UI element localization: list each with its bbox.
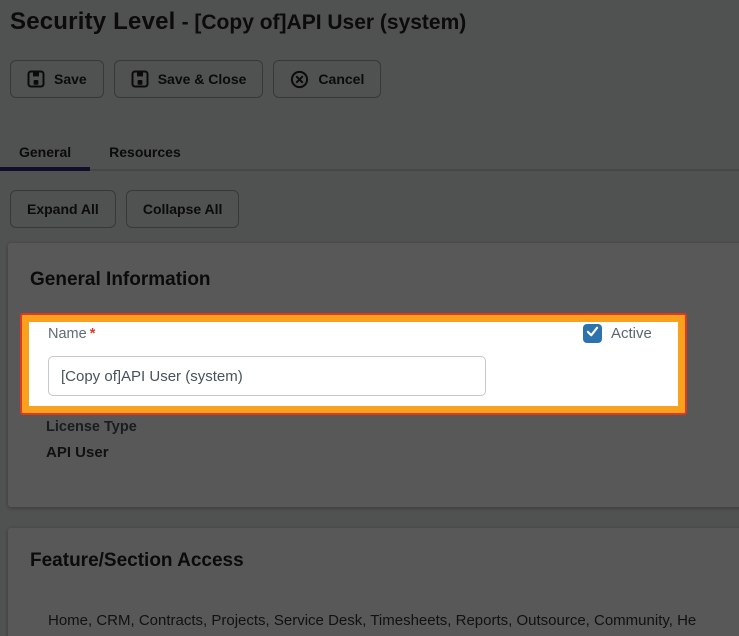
save-button-label: Save [54, 71, 87, 87]
circle-x-icon [290, 70, 309, 89]
feature-section-access-heading: Feature/Section Access [30, 550, 244, 572]
general-information-section: General Information Name* Active License… [8, 243, 739, 507]
page-title: Security Level - [Copy of]API User (syste… [10, 8, 466, 36]
active-checkbox-label: Active [611, 325, 652, 342]
cancel-button[interactable]: Cancel [273, 60, 381, 98]
name-label-text: Name [48, 326, 87, 342]
active-checkbox[interactable] [583, 324, 602, 343]
save-button[interactable]: Save [10, 60, 104, 98]
toolbar: Save Save & Close Cancel [10, 60, 381, 98]
page-title-entity: Security Level [10, 8, 176, 35]
save-and-close-button-label: Save & Close [158, 71, 247, 87]
save-and-close-button[interactable]: Save & Close [114, 60, 264, 98]
tab-bar: General Resources [0, 132, 739, 172]
feature-section-access-items: Home, CRM, Contracts, Projects, Service … [48, 612, 739, 629]
tab-resources[interactable]: Resources [90, 132, 200, 171]
active-checkbox-group: Active [583, 324, 652, 343]
save-icon [131, 70, 149, 88]
section-controls: Expand All Collapse All [10, 190, 239, 228]
license-type-label: License Type [46, 419, 137, 435]
expand-all-label: Expand All [27, 201, 99, 217]
general-information-heading: General Information [30, 269, 211, 291]
required-marker: * [90, 326, 96, 342]
name-field-label: Name* [48, 326, 95, 342]
save-icon [27, 70, 45, 88]
cancel-button-label: Cancel [318, 71, 364, 87]
collapse-all-button[interactable]: Collapse All [126, 190, 240, 228]
collapse-all-label: Collapse All [143, 201, 223, 217]
security-level-page: Security Level - [Copy of]API User (syste… [0, 0, 739, 636]
page-title-record: - [Copy of]API User (system) [182, 11, 467, 34]
tab-general[interactable]: General [0, 132, 90, 171]
tab-resources-label: Resources [109, 144, 181, 160]
expand-all-button[interactable]: Expand All [10, 190, 116, 228]
license-type-value: API User [46, 444, 109, 461]
checkmark-icon [585, 324, 600, 344]
feature-section-access-section: Feature/Section Access Home, CRM, Contra… [8, 528, 739, 636]
name-input[interactable] [48, 356, 486, 396]
tab-general-label: General [19, 144, 71, 160]
